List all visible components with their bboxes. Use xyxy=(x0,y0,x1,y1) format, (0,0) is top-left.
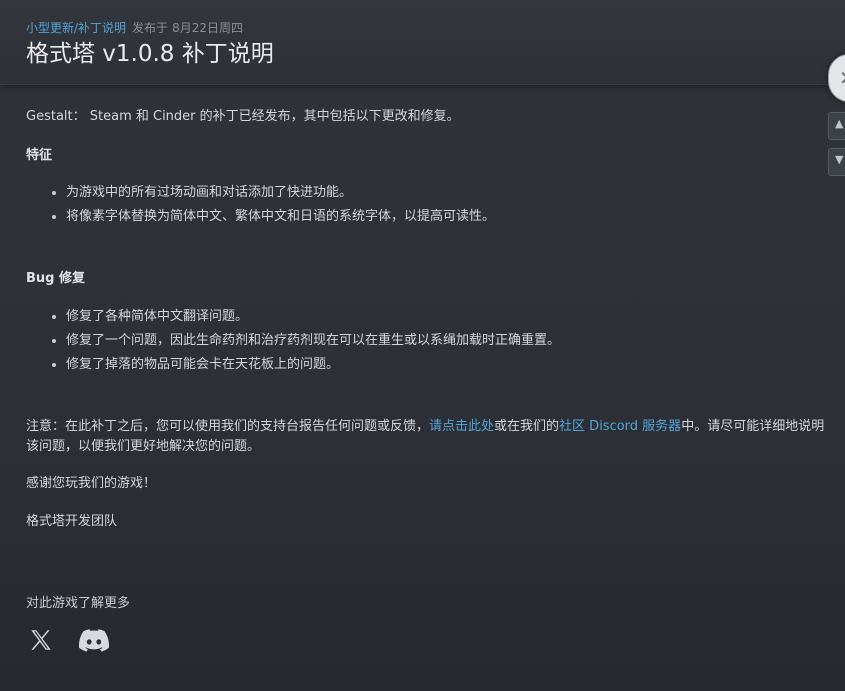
signature-text: 格式塔开发团队 xyxy=(26,514,118,529)
next-button[interactable]: ▼ xyxy=(828,148,845,176)
features-list: 为游戏中的所有过场动画和对话添加了快进功能。 将像素字体替换为简体中文、繁体中文… xyxy=(26,181,826,229)
list-item: 为游戏中的所有过场动画和对话添加了快进功能。 xyxy=(26,181,826,205)
note-text: 注意：在此补丁之后，您可以使用我们的支持台报告任何问题或反馈，请点击此处或在我们… xyxy=(26,417,826,457)
features-heading: 特征 xyxy=(26,148,53,163)
page-title: 格式塔 v1.0.8 补丁说明 xyxy=(26,41,274,67)
support-link[interactable]: 请点击此处 xyxy=(429,419,494,434)
event-header: 小型更新/补丁说明 发布于 8月22日周四 格式塔 v1.0.8 补丁说明 xyxy=(0,0,845,85)
bugfix-heading: Bug 修复 xyxy=(26,271,85,286)
discord-link[interactable] xyxy=(78,627,110,655)
note-part1: 注意：在此补丁之后，您可以使用我们的支持台报告任何问题或反馈， xyxy=(26,419,430,434)
learn-more-label: 对此游戏了解更多 xyxy=(26,596,131,611)
event-meta: 小型更新/补丁说明 发布于 8月22日周四 xyxy=(26,20,243,36)
list-item: 修复了掉落的物品可能会卡在天花板上的问题。 xyxy=(26,353,826,377)
thanks-text: 感谢您玩我们的游戏！ xyxy=(26,476,157,491)
chevron-up-icon: ▲ xyxy=(835,117,844,130)
list-item: 修复了各种简体中文翻译问题。 xyxy=(26,305,826,329)
publish-date: 8月22日周四 xyxy=(172,21,243,35)
intro-text: Gestalt： Steam 和 Cinder 的补丁已经发布，其中包括以下更改… xyxy=(26,109,460,124)
x-twitter-link[interactable] xyxy=(28,627,58,655)
note-part2: 或在我们的 xyxy=(494,419,560,434)
close-icon: ✕ xyxy=(839,66,845,90)
previous-button[interactable]: ▲ xyxy=(828,112,845,140)
event-page: 小型更新/补丁说明发布于8月22日周四 格式塔 v1.0.8 补丁说明 ✕ ▲ … xyxy=(0,0,845,691)
category-link[interactable]: 小型更新/补丁说明 xyxy=(26,21,126,35)
discord-icon xyxy=(78,629,110,652)
published-label: 发布于 xyxy=(132,21,169,35)
x-twitter-icon xyxy=(31,630,51,650)
list-item: 将像素字体替换为简体中文、繁体中文和日语的系统字体，以提高可读性。 xyxy=(26,205,826,229)
chevron-down-icon: ▼ xyxy=(835,153,844,166)
discord-server-link[interactable]: 社区 Discord 服务器 xyxy=(559,419,681,434)
bugfix-list: 修复了各种简体中文翻译问题。 修复了一个问题，因此生命药剂和治疗药剂现在可以在重… xyxy=(26,305,826,377)
list-item: 修复了一个问题，因此生命药剂和治疗药剂现在可以在重生或以系绳加载时正确重置。 xyxy=(26,329,826,353)
